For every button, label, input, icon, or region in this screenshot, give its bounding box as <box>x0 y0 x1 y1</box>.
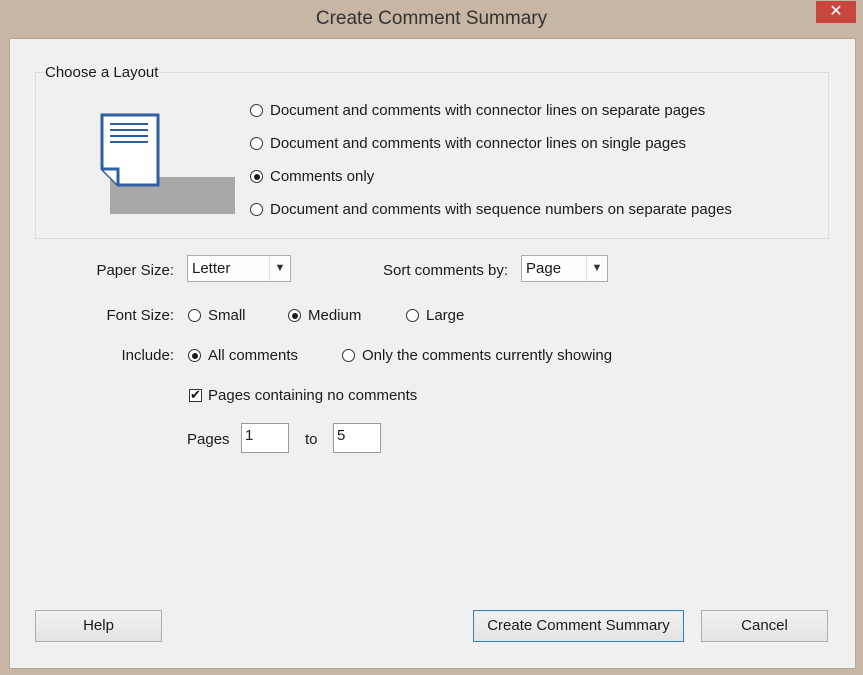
include-option-label: All comments <box>208 347 299 364</box>
layout-option-label: Document and comments with connector lin… <box>270 135 687 152</box>
font-size-option-label: Large <box>426 307 465 324</box>
include-all-comments[interactable]: All comments <box>188 347 298 364</box>
include-label: Include: <box>121 347 174 364</box>
radio-button[interactable] <box>250 203 263 216</box>
cancel-button[interactable]: Cancel <box>701 610 828 642</box>
pages-to-label: to <box>305 431 318 448</box>
chevron-down-icon: ▼ <box>269 256 290 281</box>
pages-no-comments-checkbox-row[interactable]: Pages containing no comments <box>189 387 417 404</box>
sort-by-dropdown[interactable]: Page ▼ <box>521 255 608 282</box>
title-bar[interactable]: Create Comment Summary ✕ <box>0 0 863 38</box>
window-title: Create Comment Summary <box>315 8 548 29</box>
font-size-medium[interactable]: Medium <box>288 307 361 324</box>
radio-button-selected[interactable] <box>188 349 201 362</box>
layout-option-sequence-numbers[interactable]: Document and comments with sequence numb… <box>250 201 732 218</box>
paper-size-label: Paper Size: <box>96 262 174 279</box>
pages-to-input[interactable]: 5 <box>333 423 381 453</box>
radio-button[interactable] <box>250 104 263 117</box>
sort-by-label: Sort comments by: <box>383 262 509 279</box>
radio-button-selected[interactable] <box>250 170 263 183</box>
include-option-label: Only the comments currently showing <box>362 347 613 364</box>
layout-option-label: Comments only <box>270 168 375 185</box>
help-button[interactable]: Help <box>35 610 162 642</box>
layout-group-label: Choose a Layout <box>44 64 160 81</box>
chevron-down-icon: ▼ <box>586 256 607 281</box>
pages-no-comments-checkbox[interactable] <box>189 387 202 403</box>
radio-button[interactable] <box>250 137 263 150</box>
paper-size-dropdown[interactable]: Letter ▼ <box>187 255 291 282</box>
layout-option-connector-separate[interactable]: Document and comments with connector lin… <box>250 102 705 119</box>
sort-by-value: Page <box>526 260 562 277</box>
pages-label: Pages <box>187 431 230 448</box>
layout-option-connector-single[interactable]: Document and comments with connector lin… <box>250 135 686 152</box>
font-size-large[interactable]: Large <box>406 307 464 324</box>
radio-button[interactable] <box>188 309 201 322</box>
include-showing-comments[interactable]: Only the comments currently showing <box>342 347 612 364</box>
layout-group: Choose a Layout Document and comments wi… <box>35 64 829 239</box>
layout-option-label: Document and comments with connector lin… <box>270 102 706 119</box>
close-icon: ✕ <box>829 3 843 20</box>
layout-option-comments-only[interactable]: Comments only <box>250 168 374 185</box>
radio-button-selected[interactable] <box>288 309 301 322</box>
font-size-option-label: Small <box>208 307 246 324</box>
font-size-small[interactable]: Small <box>188 307 246 324</box>
close-button[interactable]: ✕ <box>816 1 856 23</box>
pages-from-input[interactable]: 1 <box>241 423 289 453</box>
pages-no-comments-label: Pages containing no comments <box>208 387 418 404</box>
document-icon <box>100 113 160 187</box>
layout-option-label: Document and comments with sequence numb… <box>270 201 732 218</box>
dialog-window: Create Comment Summary ✕ Choose a Layout… <box>0 0 863 675</box>
radio-button[interactable] <box>342 349 355 362</box>
dialog-body: Choose a Layout Document and comments wi… <box>9 38 856 669</box>
font-size-label: Font Size: <box>106 307 174 324</box>
create-summary-button[interactable]: Create Comment Summary <box>473 610 684 642</box>
radio-button[interactable] <box>406 309 419 322</box>
paper-size-value: Letter <box>192 260 231 277</box>
font-size-option-label: Medium <box>308 307 362 324</box>
